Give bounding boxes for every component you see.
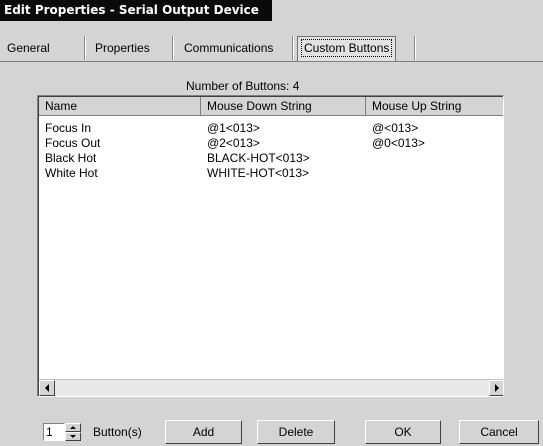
spin-down-button[interactable] (65, 432, 81, 441)
list-header: Name Mouse Down String Mouse Up String (39, 97, 503, 116)
scroll-right-button[interactable] (489, 380, 503, 396)
cell-name: Focus Out (45, 136, 101, 150)
cell-name: Black Hot (45, 151, 97, 165)
dialog-window: Edit Properties - Serial Output Device G… (0, 0, 543, 446)
cancel-button[interactable]: Cancel (459, 420, 539, 444)
tab-divider-line (0, 61, 543, 62)
button-count-spinner[interactable] (65, 423, 81, 441)
spin-down-arrow-icon (70, 435, 76, 438)
tab-custom-buttons-label: Custom Buttons (301, 39, 393, 57)
buttons-unit-label: Button(s) (93, 425, 142, 439)
spin-up-arrow-icon (70, 426, 76, 429)
tab-general-label: General (7, 41, 50, 55)
cell-mouse-up: @<013> (372, 121, 419, 135)
tab-properties[interactable]: Properties (95, 37, 150, 59)
list-item[interactable]: Focus In @1<013> @<013> (39, 121, 503, 136)
tab-communications[interactable]: Communications (184, 37, 273, 59)
scroll-left-button[interactable] (39, 380, 55, 396)
tab-properties-label: Properties (95, 41, 150, 55)
column-header-mouse-down[interactable]: Mouse Down String (201, 97, 366, 116)
tab-custom-buttons[interactable]: Custom Buttons (297, 36, 397, 61)
cell-mouse-down: WHITE-HOT<013> (207, 166, 310, 180)
tab-general[interactable]: General (7, 37, 50, 59)
list-item[interactable]: Focus Out @2<013> @0<013> (39, 136, 503, 151)
list-item[interactable]: White Hot WHITE-HOT<013> (39, 166, 503, 181)
cell-mouse-down: @2<013> (207, 136, 260, 150)
tab-separator (414, 36, 416, 60)
tab-separator (84, 36, 86, 60)
cell-mouse-down: BLACK-HOT<013> (207, 151, 310, 165)
delete-button[interactable]: Delete (257, 420, 335, 444)
cell-name: White Hot (45, 166, 98, 180)
button-count-label: Number of Buttons: 4 (186, 79, 300, 93)
horizontal-scrollbar[interactable] (39, 379, 503, 396)
list-item[interactable]: Black Hot BLACK-HOT<013> (39, 151, 503, 166)
cell-mouse-down: @1<013> (207, 121, 260, 135)
scroll-right-arrow-icon (495, 384, 499, 392)
ok-button[interactable]: OK (365, 420, 441, 444)
cell-name: Focus In (45, 121, 92, 135)
column-header-mouse-up[interactable]: Mouse Up String (366, 97, 503, 116)
tab-separator (172, 36, 174, 60)
add-button[interactable]: Add (165, 420, 242, 444)
button-count-input[interactable]: 1 (43, 423, 65, 441)
window-title: Edit Properties - Serial Output Device (4, 3, 259, 17)
cell-mouse-up: @0<013> (372, 136, 425, 150)
list-rows: Focus In @1<013> @<013> Focus Out @2<013… (39, 121, 503, 181)
scroll-left-arrow-icon (45, 384, 49, 392)
spin-up-button[interactable] (65, 423, 81, 432)
tab-communications-label: Communications (184, 41, 274, 55)
title-bar[interactable]: Edit Properties - Serial Output Device (0, 0, 272, 21)
tab-strip: General Properties Communications Custom… (0, 32, 543, 62)
column-header-name[interactable]: Name (39, 97, 201, 116)
button-bar: 1 Button(s) Add Delete OK Cancel (0, 420, 543, 444)
tab-separator (292, 36, 294, 60)
list-frame: Name Mouse Down String Mouse Up String F… (38, 96, 503, 396)
custom-buttons-list[interactable]: Name Mouse Down String Mouse Up String F… (37, 95, 504, 397)
